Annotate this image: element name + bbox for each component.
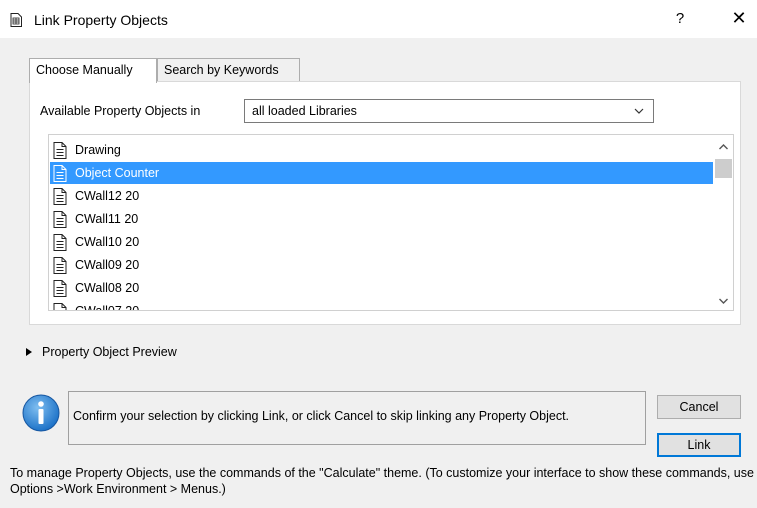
preview-label: Property Object Preview — [42, 345, 177, 359]
list-item-label: CWall09 20 — [75, 258, 140, 272]
window-title: Link Property Objects — [34, 12, 168, 28]
list-item-label: CWall07 20 — [75, 304, 140, 311]
list-item-label: CWall08 20 — [75, 281, 140, 295]
scroll-down-arrow-icon[interactable] — [718, 297, 729, 305]
tab-search-by-keywords[interactable]: Search by Keywords — [157, 58, 300, 82]
document-icon — [53, 302, 67, 310]
list-item-label: Drawing — [75, 143, 121, 157]
document-icon — [53, 141, 67, 159]
chevron-down-icon — [634, 108, 644, 114]
choose-manually-panel: Available Property Objects in all loaded… — [29, 81, 741, 325]
cancel-button[interactable]: Cancel — [657, 395, 741, 419]
list-item-label: CWall12 20 — [75, 189, 140, 203]
info-message: Confirm your selection by clicking Link,… — [73, 409, 570, 423]
title-bar: Link Property Objects ? ✕ — [0, 0, 757, 38]
document-icon — [53, 187, 67, 205]
scroll-up-arrow-icon[interactable] — [718, 143, 729, 151]
list-item[interactable]: CWall11 20 — [50, 208, 713, 230]
property-object-preview-toggle[interactable]: Property Object Preview — [26, 345, 177, 359]
document-icon — [53, 164, 67, 182]
document-icon — [53, 210, 67, 228]
list-item[interactable]: CWall07 20 — [50, 300, 713, 311]
list-scrollbar[interactable] — [714, 135, 733, 310]
footer-note: To manage Property Objects, use the comm… — [10, 466, 754, 496]
info-icon — [22, 394, 60, 432]
help-button[interactable]: ? — [670, 10, 690, 27]
list-item[interactable]: CWall10 20 — [50, 231, 713, 253]
property-object-list[interactable]: Drawing Object Counter CWall12 20 CWall11 2… — [48, 134, 734, 311]
list-item[interactable]: CWall08 20 — [50, 277, 713, 299]
list-item-label: CWall11 20 — [75, 212, 139, 226]
library-filter-label: Available Property Objects in — [40, 104, 201, 118]
list-item-label: Object Counter — [75, 166, 160, 180]
list-item[interactable]: Drawing — [50, 139, 713, 161]
list-item[interactable]: CWall12 20 — [50, 185, 713, 207]
dialog-body: Choose Manually Search by Keywords Avail… — [0, 38, 757, 508]
link-button[interactable]: Link — [657, 433, 741, 457]
document-icon — [53, 233, 67, 251]
document-icon — [53, 279, 67, 297]
list-item[interactable]: Object Counter — [50, 162, 713, 184]
list-item[interactable]: CWall09 20 — [50, 254, 713, 276]
list-item-label: CWall10 20 — [75, 235, 140, 249]
property-object-icon — [10, 13, 22, 27]
document-icon — [53, 256, 67, 274]
tab-choose-manually[interactable]: Choose Manually — [29, 58, 157, 83]
info-message-box: Confirm your selection by clicking Link,… — [68, 391, 646, 445]
scroll-thumb[interactable] — [715, 159, 732, 178]
library-select[interactable]: all loaded Libraries — [244, 99, 654, 123]
close-button[interactable]: ✕ — [728, 8, 750, 29]
library-select-value: all loaded Libraries — [252, 104, 357, 118]
expand-triangle-icon — [26, 348, 32, 356]
